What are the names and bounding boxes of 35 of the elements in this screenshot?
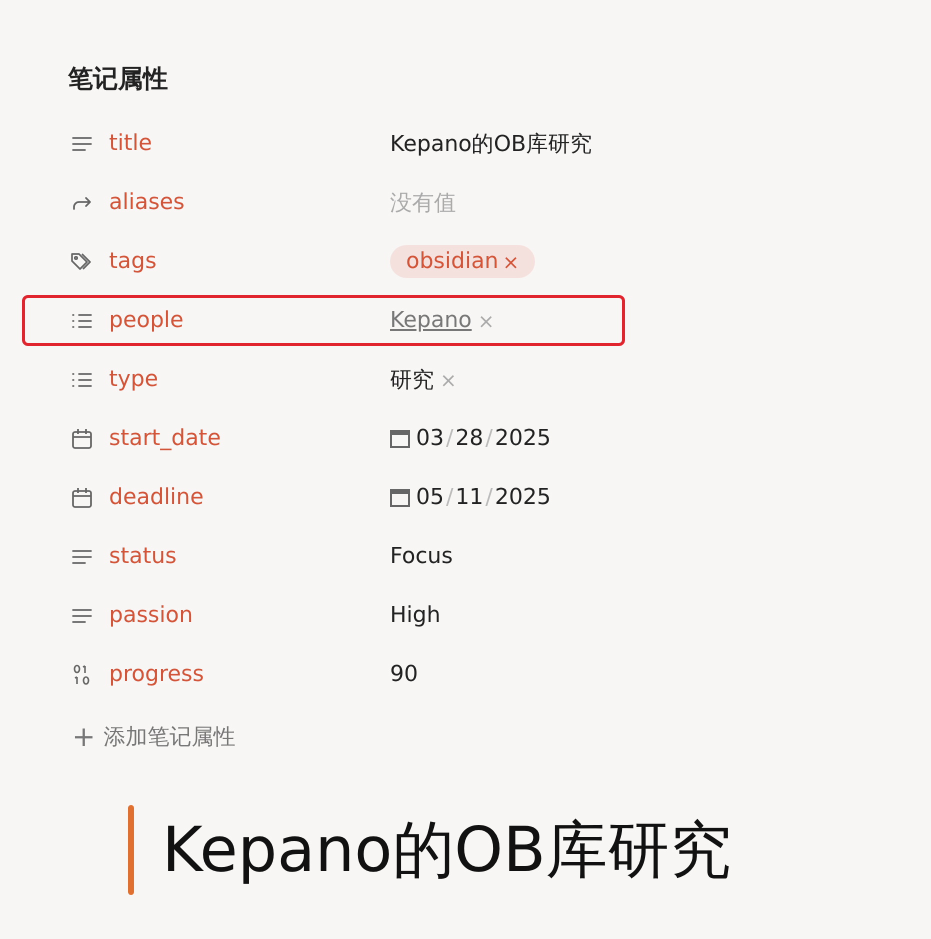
property-value[interactable]: High [390,603,441,628]
text-lines-icon [71,134,93,152]
date-value[interactable]: 05/11/2025 [416,485,551,510]
property-key[interactable]: type [109,367,158,392]
property-key[interactable]: title [109,131,152,156]
calendar-icon[interactable] [390,488,410,508]
add-property-button[interactable]: + 添加笔记属性 [72,720,931,753]
property-key[interactable]: aliases [109,190,185,215]
property-value[interactable]: Kepano的OB库研究 [390,128,592,158]
calendar-icon[interactable] [390,428,410,448]
note-title[interactable]: Kepano的OB库研究 [162,808,732,892]
link-value[interactable]: Kepano [390,308,472,333]
tags-icon [70,252,94,272]
tag-pill[interactable]: obsidian × [390,245,536,278]
list-icon [71,312,93,330]
date-value[interactable]: 03/28/2025 [416,426,551,451]
property-key[interactable]: status [109,544,177,569]
property-key[interactable]: people [109,308,184,333]
calendar-icon [71,428,93,450]
empty-value-placeholder[interactable]: 没有值 [390,188,456,218]
property-key[interactable]: passion [109,603,193,628]
text-lines-icon [71,548,93,566]
text-lines-icon [71,606,93,624]
remove-icon[interactable]: × [440,368,457,392]
property-key[interactable]: progress [109,662,204,687]
property-value[interactable]: 90 [390,662,418,687]
properties-heading: 笔记属性 [68,63,169,95]
property-key[interactable]: tags [109,249,157,274]
remove-icon[interactable]: × [478,308,494,332]
property-value[interactable]: Focus [390,544,453,569]
list-value[interactable]: 研究 [390,364,434,394]
property-key[interactable]: deadline [109,485,204,510]
list-icon [71,370,93,388]
property-key[interactable]: start_date [109,426,221,451]
calendar-icon [71,486,93,508]
